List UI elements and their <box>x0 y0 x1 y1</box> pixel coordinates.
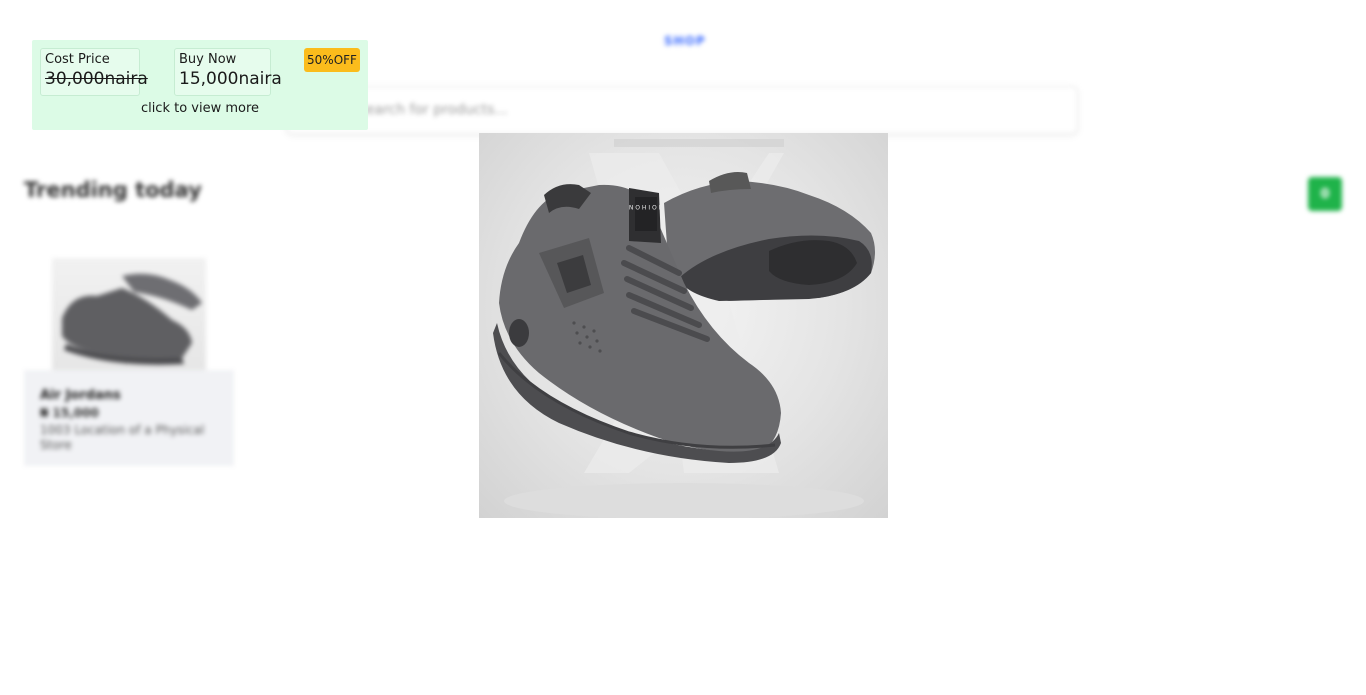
cart-button[interactable]: 0 <box>1308 177 1342 211</box>
product-location: 1003 Location of a Physical Store <box>40 423 205 452</box>
buy-now-box[interactable]: Buy Now 15,000naira <box>174 48 282 96</box>
product-preview-page: SHOP Search for products... Trending tod… <box>0 0 1366 695</box>
cart-count: 0 <box>1320 186 1330 202</box>
product-price: ₦ 15,000 <box>40 406 99 420</box>
buy-now-price: 15,000naira <box>179 69 282 89</box>
trending-product-info: Air Jordans ₦ 15,000 1003 Location of a … <box>24 370 234 466</box>
product-name: Air Jordans <box>40 388 121 403</box>
trending-product-card[interactable]: Air Jordans ₦ 15,000 1003 Location of a … <box>24 250 234 466</box>
search-placeholder: Search for products... <box>357 102 508 118</box>
discount-badge: 50%OFF <box>304 48 360 72</box>
product-image[interactable]: N O I H O N <box>479 133 888 518</box>
cost-price-label: Cost Price <box>45 52 110 67</box>
search-bar[interactable]: Search for products... <box>286 86 1078 134</box>
view-more-link[interactable]: click to view more <box>32 101 368 116</box>
store-logo[interactable]: SHOP <box>664 34 706 48</box>
section-title: Trending today <box>24 178 202 202</box>
tongue-label: N O I H O N <box>629 203 663 210</box>
sneaker-thumbnail-icon <box>62 273 202 365</box>
trending-product-thumbnail[interactable] <box>52 258 206 370</box>
sneaker-image-icon: N O I H O N <box>493 139 875 518</box>
cost-price-value: 30,000naira <box>45 69 148 89</box>
buy-now-label: Buy Now <box>179 52 237 67</box>
price-info-panel[interactable]: Cost Price 30,000naira Buy Now 15,000nai… <box>32 40 368 130</box>
cost-price-box: Cost Price 30,000naira <box>40 48 148 96</box>
